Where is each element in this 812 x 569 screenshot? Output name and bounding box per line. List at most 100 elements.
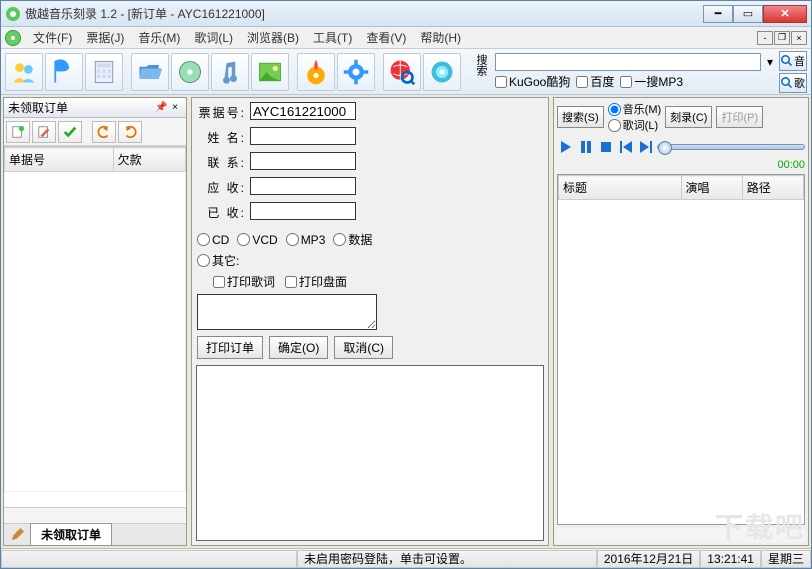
menu-browser[interactable]: 浏览器(B) — [241, 27, 305, 48]
play-button[interactable] — [557, 138, 575, 156]
center-pane: 票据号: 姓 名: 联 系: 应 收: 已 收: CD VCD MP3 — [191, 97, 549, 546]
search-label: 搜索 — [473, 54, 489, 90]
mdi-close-button[interactable]: × — [791, 31, 807, 45]
tool-disc-icon[interactable] — [171, 53, 209, 91]
mdi-restore-button[interactable]: ❐ — [774, 31, 790, 45]
col-title[interactable]: 标题 — [559, 176, 682, 200]
lbl-recv: 应 收: — [196, 177, 246, 198]
lp-edit-button[interactable] — [32, 121, 56, 143]
menu-lyrics[interactable]: 歌词(L) — [188, 27, 239, 48]
kugoo-checkbox[interactable]: KuGoo酷狗 — [495, 73, 570, 90]
orders-table[interactable]: 单据号 欠款 — [4, 146, 186, 507]
radio-other[interactable]: 其它: — [197, 252, 239, 269]
rp-radio-music[interactable]: 音乐(M) — [608, 101, 662, 117]
recv-input[interactable] — [250, 177, 356, 195]
tool-note-icon[interactable] — [211, 53, 249, 91]
menu-file[interactable]: 文件(F) — [27, 27, 78, 48]
col-ticket-no[interactable]: 单据号 — [5, 148, 114, 172]
maximize-button[interactable] — [733, 5, 763, 23]
menu-view[interactable]: 查看(V) — [360, 27, 412, 48]
time-display: 00:00 — [557, 159, 805, 171]
mdi-min-button[interactable]: - — [757, 31, 773, 45]
menu-ticket[interactable]: 票据(J) — [80, 27, 130, 48]
window-title: 傲越音乐刻录 1.2 - [新订单 - AYC161221000] — [25, 5, 703, 22]
menu-music[interactable]: 音乐(M) — [132, 27, 186, 48]
lp-redo-button[interactable] — [118, 121, 142, 143]
tool-burn-icon[interactable] — [297, 53, 335, 91]
menu-bar: 文件(F) 票据(J) 音乐(M) 歌词(L) 浏览器(B) 工具(T) 查看(… — [1, 27, 811, 49]
close-button[interactable] — [763, 5, 807, 23]
radio-cd[interactable]: CD — [197, 233, 229, 247]
pin-icon[interactable]: 📌 — [154, 101, 168, 115]
status-date: 2016年12月21日 — [597, 550, 700, 568]
contact-input[interactable] — [250, 152, 356, 170]
ok-button[interactable]: 确定(O) — [269, 336, 328, 359]
name-input[interactable] — [250, 127, 356, 145]
radio-data[interactable]: 数据 — [333, 231, 372, 248]
baidu-checkbox[interactable]: 百度 — [576, 73, 614, 90]
left-pane: 未领取订单 📌 × 单据号 欠款 — [3, 97, 187, 546]
col-debt[interactable]: 欠款 — [113, 148, 185, 172]
lp-undo-button[interactable] — [92, 121, 116, 143]
tool-flag-icon[interactable] — [45, 53, 83, 91]
stop-button[interactable] — [597, 138, 615, 156]
tool-calc-icon[interactable] — [85, 53, 123, 91]
right-pane: 搜索(S) 音乐(M) 歌词(L) 刻录(C) 打印(P) 00:00 — [553, 97, 809, 546]
right-scroll[interactable] — [557, 528, 805, 542]
cancel-button[interactable]: 取消(C) — [334, 336, 393, 359]
chk-print-lyric[interactable]: 打印歌词 — [213, 273, 275, 290]
status-weekday: 星期三 — [761, 550, 811, 568]
status-bar: 未启用密码登陆，单击可设置。 2016年12月21日 13:21:41 星期三 — [1, 548, 811, 568]
main-area: 未领取订单 📌 × 单据号 欠款 — [1, 95, 811, 548]
tool-blue-disc-icon[interactable] — [423, 53, 461, 91]
tool-image-icon[interactable] — [251, 53, 289, 91]
left-pane-title: 未领取订单 — [8, 99, 154, 116]
search-music-button[interactable]: 音 — [779, 51, 807, 71]
left-tab[interactable]: 未领取订单 — [30, 523, 112, 545]
left-scroll[interactable] — [4, 507, 186, 523]
rp-print-button[interactable]: 打印(P) — [716, 106, 763, 128]
chk-print-cover[interactable]: 打印盘面 — [285, 273, 347, 290]
lbl-contact: 联 系: — [196, 152, 246, 173]
tool-folder-open-icon[interactable] — [131, 53, 169, 91]
next-button[interactable] — [637, 138, 655, 156]
search-lyrics-button[interactable]: 歌 — [779, 73, 807, 93]
rp-burn-button[interactable]: 刻录(C) — [665, 106, 712, 128]
paid-input[interactable] — [250, 202, 356, 220]
status-time: 13:21:41 — [700, 550, 761, 568]
radio-vcd[interactable]: VCD — [237, 233, 277, 247]
prev-button[interactable] — [617, 138, 635, 156]
lbl-name: 姓 名: — [196, 127, 246, 148]
lbl-paid: 已 收: — [196, 202, 246, 223]
tracks-table[interactable]: 标题 演唱 路径 — [557, 174, 805, 525]
col-path[interactable]: 路径 — [742, 176, 803, 200]
tool-gear-icon[interactable] — [337, 53, 375, 91]
rp-search-button[interactable]: 搜索(S) — [557, 106, 604, 128]
lbl-ticket: 票据号: — [196, 102, 246, 123]
other-textarea[interactable] — [197, 294, 377, 330]
title-bar: 傲越音乐刻录 1.2 - [新订单 - AYC161221000] — [1, 1, 811, 27]
minimize-button[interactable] — [703, 5, 733, 23]
menu-help[interactable]: 帮助(H) — [414, 27, 467, 48]
editor-area[interactable] — [196, 365, 544, 541]
radio-mp3[interactable]: MP3 — [286, 233, 326, 247]
pause-button[interactable] — [577, 138, 595, 156]
status-message[interactable]: 未启用密码登陆，单击可设置。 — [297, 550, 597, 568]
lp-new-button[interactable] — [6, 121, 30, 143]
tool-users-icon[interactable] — [5, 53, 43, 91]
player-controls — [557, 138, 805, 156]
col-singer[interactable]: 演唱 — [681, 176, 742, 200]
search-input[interactable] — [495, 53, 761, 71]
rp-radio-lyric[interactable]: 歌词(L) — [608, 117, 662, 133]
lp-check-button[interactable] — [58, 121, 82, 143]
cd-icon — [5, 30, 21, 46]
print-order-button[interactable]: 打印订单 — [197, 336, 263, 359]
yisou-checkbox[interactable]: 一搜MP3 — [620, 73, 683, 90]
main-toolbar: 搜索 ▾ KuGoo酷狗 百度 一搜MP3 音 歌 — [1, 49, 811, 95]
menu-tools[interactable]: 工具(T) — [307, 27, 358, 48]
ticket-input[interactable] — [250, 102, 356, 120]
tool-globe-search-icon[interactable] — [383, 53, 421, 91]
seek-slider[interactable] — [657, 144, 805, 150]
app-icon — [5, 6, 21, 22]
pane-close-icon[interactable]: × — [168, 101, 182, 115]
